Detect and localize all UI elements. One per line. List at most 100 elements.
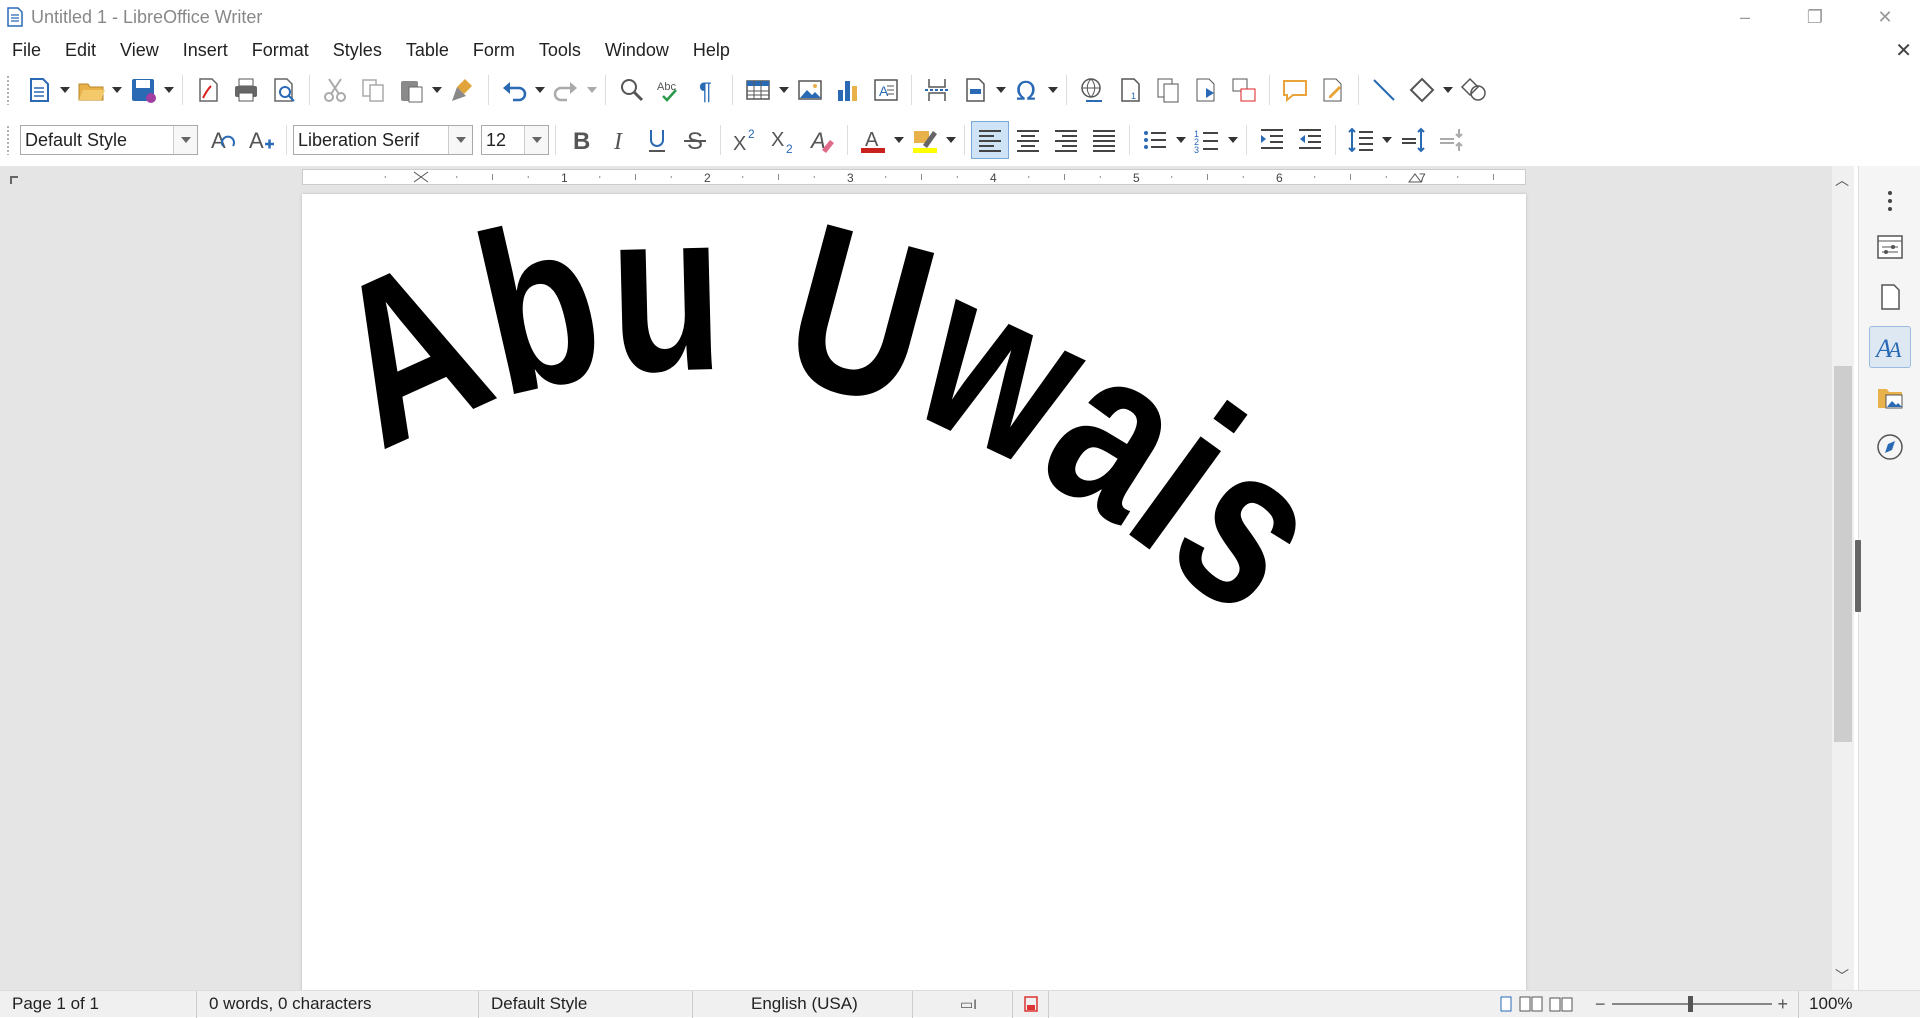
save-dropdown[interactable]	[162, 71, 176, 109]
scrollbar-thumb[interactable]	[1834, 366, 1852, 742]
single-page-view-icon[interactable]	[1499, 996, 1513, 1012]
update-style-button[interactable]: A	[204, 121, 242, 159]
page-style-status[interactable]: Default Style	[479, 990, 693, 1018]
menu-styles[interactable]: Styles	[321, 40, 394, 61]
insert-page-break-button[interactable]	[918, 71, 956, 109]
insert-mode-status[interactable]: ▭I	[913, 990, 1013, 1018]
ordered-list-button[interactable]: 123	[1188, 121, 1226, 159]
toolbar-grip[interactable]	[6, 75, 10, 105]
superscript-button[interactable]: X2	[727, 121, 765, 159]
shapes-dropdown[interactable]	[1441, 71, 1455, 109]
increase-paragraph-spacing-button[interactable]	[1394, 121, 1432, 159]
line-spacing-dropdown[interactable]	[1380, 121, 1394, 159]
ordered-list-dropdown[interactable]	[1226, 121, 1240, 159]
chevron-down-icon[interactable]	[173, 126, 197, 154]
chevron-down-icon[interactable]	[524, 126, 548, 154]
formatting-marks-button[interactable]: ¶	[688, 71, 726, 109]
insert-table-button[interactable]	[739, 71, 777, 109]
strikethrough-button[interactable]: S	[676, 121, 714, 159]
zoom-in-icon[interactable]: +	[1778, 994, 1789, 1015]
sidebar-collapse-handle[interactable]	[1855, 540, 1861, 612]
document-page[interactable]: Abu Uwais	[295, 166, 1526, 990]
line-spacing-button[interactable]	[1342, 121, 1380, 159]
find-replace-button[interactable]	[612, 71, 650, 109]
menu-tools[interactable]: Tools	[527, 40, 593, 61]
fontwork-object[interactable]: Abu Uwais	[295, 166, 1526, 990]
open-button[interactable]	[72, 71, 110, 109]
insert-bookmark-button[interactable]	[1187, 71, 1225, 109]
draw-functions-button[interactable]	[1455, 71, 1493, 109]
basic-shapes-button[interactable]	[1403, 71, 1441, 109]
menu-file[interactable]: File	[0, 40, 53, 61]
undo-dropdown[interactable]	[533, 71, 547, 109]
insert-cross-reference-button[interactable]	[1149, 71, 1187, 109]
insert-image-button[interactable]	[791, 71, 829, 109]
document-modified-status[interactable]	[1013, 990, 1049, 1018]
left-indent-marker[interactable]	[413, 171, 429, 183]
paste-dropdown[interactable]	[430, 71, 444, 109]
insert-field-button[interactable]	[956, 71, 994, 109]
zoom-slider[interactable]: − +	[1595, 991, 1788, 1018]
insert-special-character-button[interactable]: Ω	[1008, 71, 1046, 109]
redo-dropdown[interactable]	[585, 71, 599, 109]
increase-indent-button[interactable]	[1253, 121, 1291, 159]
insert-hyperlink-button[interactable]	[1073, 71, 1111, 109]
font-color-button[interactable]: A	[854, 121, 892, 159]
menu-table[interactable]: Table	[394, 40, 461, 61]
redo-button[interactable]	[547, 71, 585, 109]
spelling-button[interactable]: Abc	[650, 71, 688, 109]
restore-button[interactable]: ❐	[1780, 0, 1850, 34]
scroll-up-icon[interactable]: ︿	[1835, 170, 1849, 190]
multi-page-view-icon[interactable]	[1519, 996, 1543, 1012]
copy-button[interactable]	[354, 71, 392, 109]
clear-formatting-button[interactable]: A	[803, 121, 841, 159]
menu-edit[interactable]: Edit	[53, 40, 108, 61]
font-size-combo[interactable]: 12	[481, 125, 549, 155]
cut-button[interactable]	[316, 71, 354, 109]
menu-view[interactable]: View	[108, 40, 171, 61]
decrease-paragraph-spacing-button[interactable]	[1432, 121, 1470, 159]
table-dropdown[interactable]	[777, 71, 791, 109]
zoom-thumb[interactable]	[1687, 996, 1693, 1012]
track-changes-button[interactable]	[1314, 71, 1352, 109]
vertical-scrollbar[interactable]: ︿ ﹀	[1832, 166, 1854, 990]
subscript-button[interactable]: X2	[765, 121, 803, 159]
page-number-status[interactable]: Page 1 of 1	[0, 990, 197, 1018]
insert-comment-button[interactable]	[1276, 71, 1314, 109]
align-left-button[interactable]	[971, 121, 1009, 159]
decrease-indent-button[interactable]	[1291, 121, 1329, 159]
unordered-list-dropdown[interactable]	[1174, 121, 1188, 159]
print-button[interactable]	[227, 71, 265, 109]
export-pdf-button[interactable]	[189, 71, 227, 109]
close-document-button[interactable]: ✕	[1895, 38, 1912, 63]
language-status[interactable]: English (USA)	[693, 990, 913, 1018]
save-button[interactable]	[124, 71, 162, 109]
clone-formatting-button[interactable]	[444, 71, 482, 109]
chevron-down-icon[interactable]	[448, 126, 472, 154]
paragraph-style-combo[interactable]: Default Style	[20, 125, 198, 155]
print-preview-button[interactable]	[265, 71, 303, 109]
insert-textbox-button[interactable]: A	[867, 71, 905, 109]
digital-signature-status[interactable]	[1049, 991, 1499, 1018]
menu-insert[interactable]: Insert	[171, 40, 240, 61]
sidebar-gallery-button[interactable]	[1869, 376, 1911, 418]
menu-window[interactable]: Window	[593, 40, 681, 61]
justify-button[interactable]	[1085, 121, 1123, 159]
paste-button[interactable]	[392, 71, 430, 109]
scroll-down-icon[interactable]: ﹀	[1835, 966, 1849, 986]
sidebar-styles-button[interactable]: AA	[1869, 326, 1911, 368]
highlighting-color-button[interactable]	[906, 121, 944, 159]
close-window-button[interactable]: ✕	[1850, 0, 1920, 34]
sidebar-page-button[interactable]	[1869, 276, 1911, 318]
undo-button[interactable]	[495, 71, 533, 109]
minimize-button[interactable]: –	[1710, 0, 1780, 34]
menu-help[interactable]: Help	[681, 40, 742, 61]
book-view-icon[interactable]	[1549, 996, 1573, 1012]
sidebar-menu-button[interactable]	[1869, 180, 1911, 222]
field-dropdown[interactable]	[994, 71, 1008, 109]
italic-button[interactable]: I	[600, 121, 638, 159]
insert-caption-button[interactable]	[1225, 71, 1263, 109]
zoom-track[interactable]	[1611, 996, 1772, 1012]
new-style-button[interactable]: A	[242, 121, 280, 159]
new-dropdown[interactable]	[58, 71, 72, 109]
